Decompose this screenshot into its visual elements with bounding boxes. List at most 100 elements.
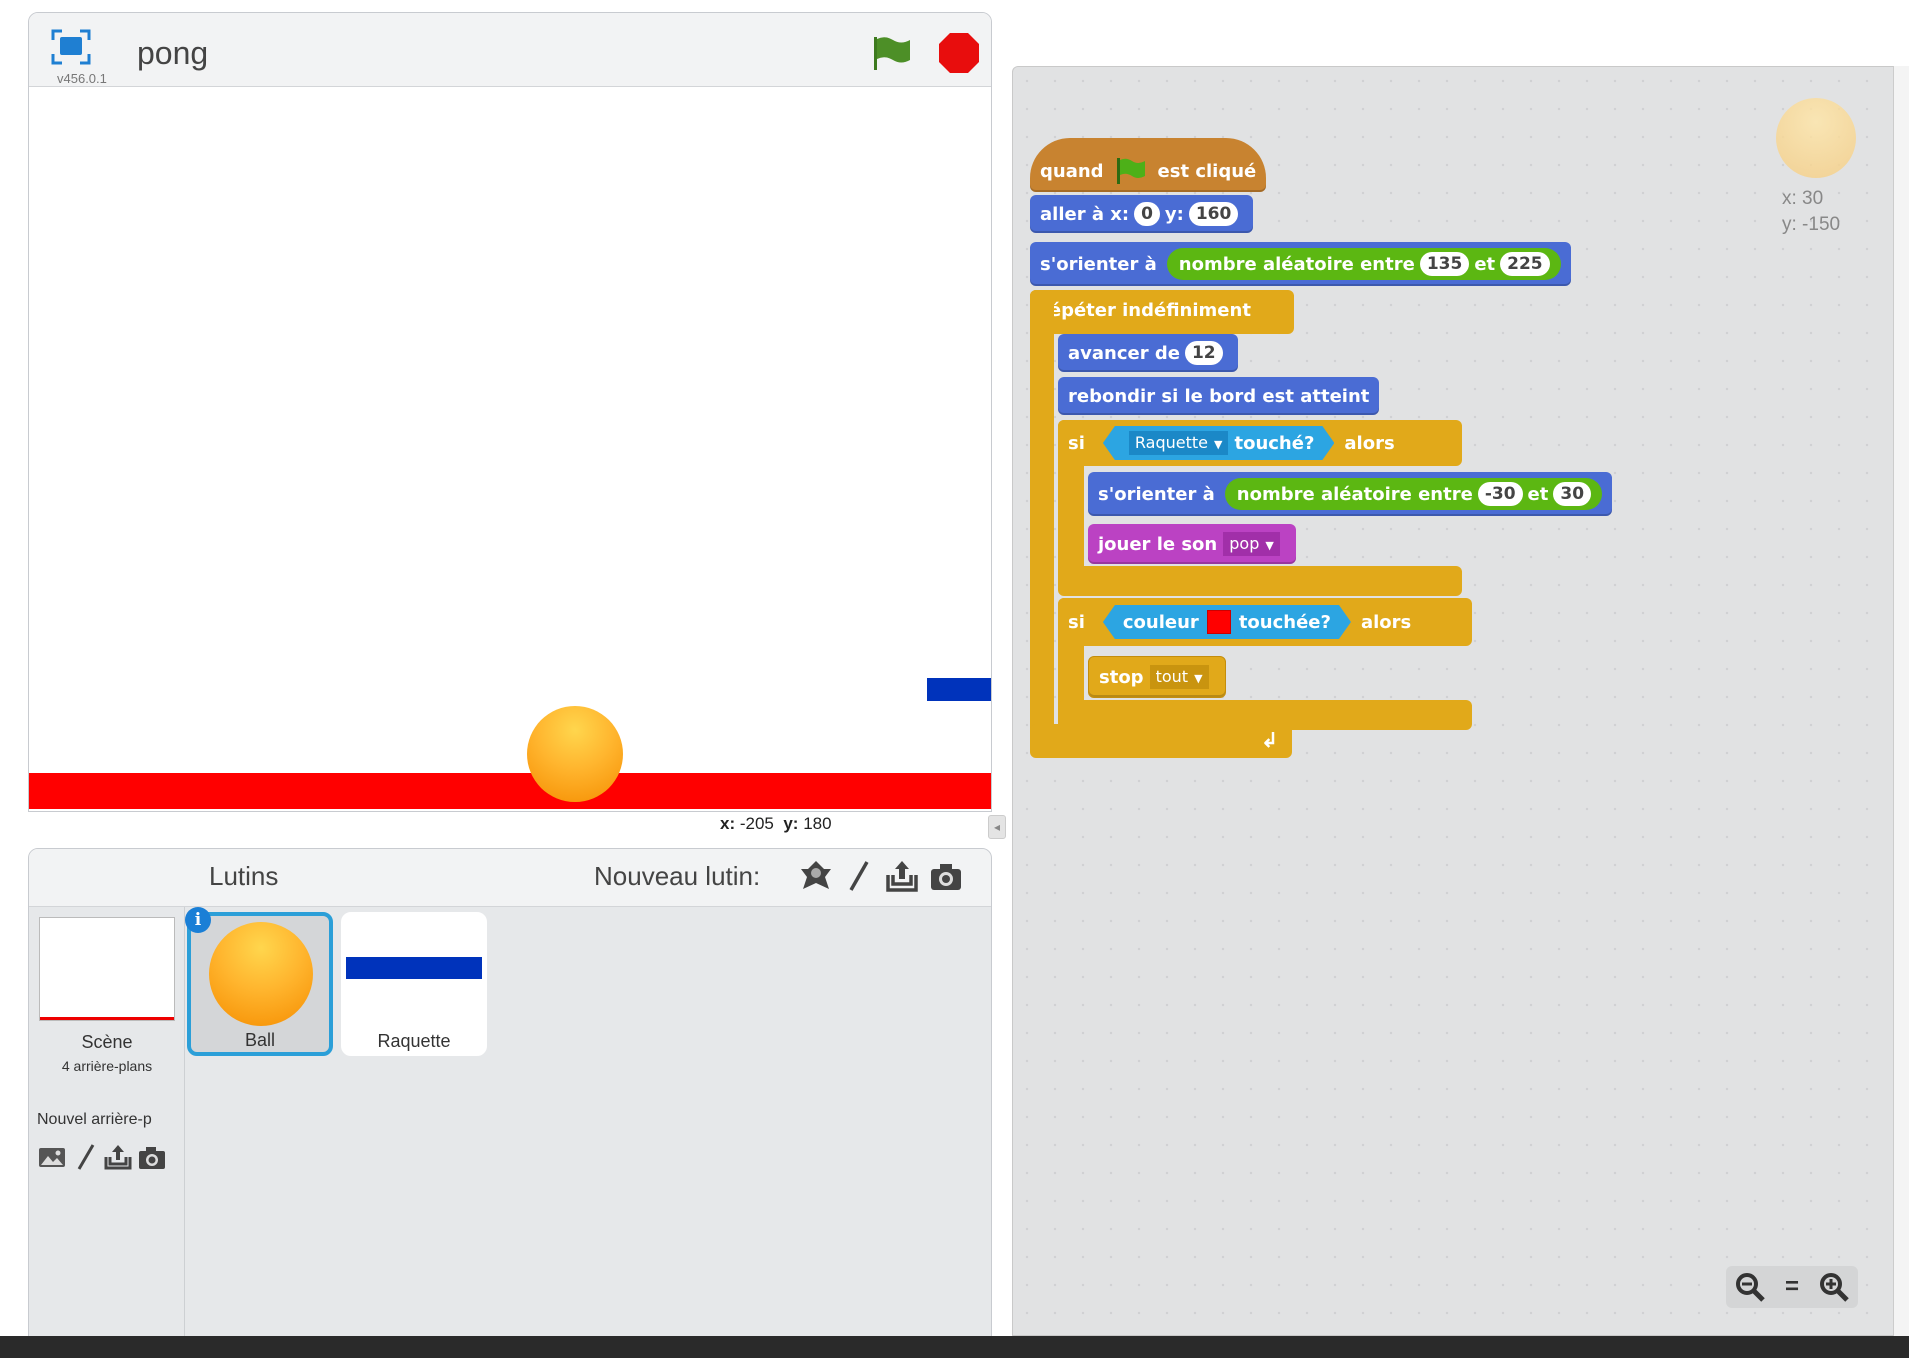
goto-xy-block[interactable]: aller à x: 0 y: 160 bbox=[1030, 195, 1254, 233]
touched-color-label: touchée? bbox=[1238, 611, 1331, 633]
camera-sprite-icon[interactable] bbox=[929, 859, 963, 893]
forever-label-bar: répéter indéfiniment bbox=[1030, 290, 1261, 330]
project-title[interactable]: pong bbox=[137, 35, 208, 72]
red-floor bbox=[29, 773, 991, 809]
if2-header: si couleur touchée? alors bbox=[1058, 601, 1421, 643]
sound-value: pop bbox=[1229, 534, 1260, 553]
if2-si-label: si bbox=[1068, 611, 1085, 633]
raquette-thumbnail bbox=[346, 957, 482, 979]
random-and-label: et bbox=[1474, 253, 1496, 275]
ball-thumbnail bbox=[209, 922, 313, 1026]
random-to-input[interactable]: 225 bbox=[1500, 252, 1550, 276]
fullscreen-icon[interactable] bbox=[51, 29, 91, 65]
move-steps-block[interactable]: avancer de 12 bbox=[1058, 334, 1238, 372]
touching-target-dropdown[interactable]: Raquette ▼ bbox=[1129, 431, 1229, 455]
loop-arrow-icon: ↲ bbox=[1261, 730, 1278, 752]
sprite-name-ball: Ball bbox=[244, 1030, 275, 1050]
zoom-out-icon[interactable] bbox=[1730, 1267, 1770, 1307]
upload-sprite-icon[interactable] bbox=[885, 859, 919, 893]
x-value: -205 bbox=[739, 814, 774, 833]
forever-arm bbox=[1030, 290, 1054, 756]
sprite-pane: Scène 4 arrière-plans Nouvel arrière-p L… bbox=[28, 848, 992, 1358]
random2-to-input[interactable]: 30 bbox=[1553, 482, 1592, 506]
hat-label-post: est cliqué bbox=[1157, 160, 1257, 182]
stage-column-header bbox=[29, 849, 185, 907]
random-label: nombre aléatoire entre bbox=[1178, 253, 1415, 275]
when-flag-clicked-block[interactable]: quand est cliqué bbox=[1030, 138, 1267, 192]
stage-column: Scène 4 arrière-plans Nouvel arrière-p bbox=[29, 849, 185, 1357]
backdrop-library-icon[interactable] bbox=[37, 1143, 67, 1171]
zoom-controls: = bbox=[1726, 1266, 1858, 1308]
sound-label: jouer le son bbox=[1098, 533, 1218, 555]
stage-thumbnail[interactable] bbox=[39, 917, 175, 1021]
stage-header: pong v456.0.1 bbox=[29, 13, 991, 87]
sound-dropdown[interactable]: pop ▼ bbox=[1223, 532, 1280, 556]
random-from-input[interactable]: 135 bbox=[1419, 252, 1470, 276]
goto-y-label: y: bbox=[1164, 203, 1184, 225]
stage-label: Scène bbox=[81, 1032, 133, 1052]
palette-edge bbox=[1893, 66, 1909, 1336]
touched-label: touché? bbox=[1234, 432, 1315, 454]
stop-dropdown[interactable]: tout ▼ bbox=[1149, 665, 1209, 689]
zoom-reset-icon[interactable]: = bbox=[1772, 1267, 1812, 1307]
paint-sprite-icon[interactable] bbox=[841, 859, 875, 893]
hat-label-pre: quand bbox=[1040, 160, 1104, 182]
stage-backdrop-count: 4 arrière-plans bbox=[61, 1058, 153, 1074]
stop-label: stop bbox=[1099, 666, 1144, 688]
forever-label: répéter indéfiniment bbox=[1040, 299, 1251, 321]
sprite-tile-ball[interactable]: Ball bbox=[187, 912, 333, 1056]
mouse-coordinates: x: -205 y: 180 bbox=[720, 814, 832, 834]
sprite-x-position: x: 30 bbox=[1782, 188, 1824, 209]
point-direction-block-2[interactable]: s'orienter à nombre aléatoire entre -30 … bbox=[1088, 472, 1613, 516]
random2-from-input[interactable]: -30 bbox=[1477, 482, 1523, 506]
green-flag-icon[interactable] bbox=[871, 33, 913, 73]
random-operator-block-2[interactable]: nombre aléatoire entre -30 et 30 bbox=[1224, 478, 1603, 510]
y-label: y: bbox=[783, 814, 799, 833]
zoom-in-icon[interactable] bbox=[1814, 1267, 1854, 1307]
touching-sprite-block[interactable]: Raquette ▼ touché? bbox=[1103, 426, 1335, 460]
stop-icon[interactable] bbox=[937, 31, 981, 75]
move-label: avancer de bbox=[1068, 342, 1180, 364]
goto-label: aller à x: bbox=[1040, 203, 1130, 225]
stop-all-block[interactable]: stop tout ▼ bbox=[1088, 656, 1226, 698]
play-sound-block[interactable]: jouer le son pop ▼ bbox=[1088, 524, 1296, 564]
bottom-bar bbox=[0, 1336, 1909, 1358]
version-label: v456.0.1 bbox=[57, 71, 107, 86]
point-direction-block[interactable]: s'orienter à nombre aléatoire entre 135 … bbox=[1030, 242, 1571, 286]
stage-panel: pong v456.0.1 bbox=[28, 12, 992, 812]
camera-backdrop-icon[interactable] bbox=[137, 1143, 167, 1171]
sprite-tile-raquette[interactable]: Raquette bbox=[341, 912, 487, 1056]
color-label: couleur bbox=[1122, 611, 1199, 633]
sprite-y-position: y: -150 bbox=[1782, 214, 1841, 235]
touching-color-block[interactable]: couleur touchée? bbox=[1103, 605, 1351, 639]
sprite-name-raquette: Raquette bbox=[377, 1031, 451, 1051]
sprite-library-icon[interactable] bbox=[799, 859, 833, 893]
point-label: s'orienter à bbox=[1040, 253, 1157, 275]
ball-sprite[interactable] bbox=[527, 706, 623, 802]
sprite-info-icon[interactable]: i bbox=[185, 907, 211, 933]
move-steps-input[interactable]: 12 bbox=[1184, 341, 1223, 365]
random2-and-label: et bbox=[1527, 483, 1549, 505]
color-swatch[interactable] bbox=[1207, 610, 1231, 634]
sprites-title: Lutins bbox=[209, 861, 279, 891]
stop-value: tout bbox=[1155, 667, 1189, 686]
random2-label: nombre aléatoire entre bbox=[1236, 483, 1473, 505]
paint-backdrop-icon[interactable] bbox=[71, 1143, 101, 1171]
touching-target-value: Raquette bbox=[1134, 433, 1208, 452]
bounce-block[interactable]: rebondir si le bord est atteint bbox=[1058, 377, 1380, 415]
if1-then-label: alors bbox=[1344, 432, 1395, 454]
random-operator-block[interactable]: nombre aléatoire entre 135 et 225 bbox=[1166, 248, 1561, 280]
upload-backdrop-icon[interactable] bbox=[103, 1143, 133, 1171]
bounce-label: rebondir si le bord est atteint bbox=[1068, 385, 1370, 407]
stage-canvas[interactable] bbox=[29, 87, 991, 811]
y-value: 180 bbox=[803, 814, 832, 833]
goto-y-input[interactable]: 160 bbox=[1188, 202, 1239, 226]
x-label: x: bbox=[720, 814, 736, 833]
goto-x-input[interactable]: 0 bbox=[1134, 202, 1160, 226]
if1-si-label: si bbox=[1068, 432, 1085, 454]
stage-collapse-handle[interactable]: ◂ bbox=[988, 815, 1006, 839]
paddle-sprite[interactable] bbox=[927, 678, 991, 701]
point2-label: s'orienter à bbox=[1098, 483, 1215, 505]
new-sprite-label: Nouveau lutin: bbox=[594, 861, 761, 891]
if1-foot bbox=[1058, 566, 1462, 596]
